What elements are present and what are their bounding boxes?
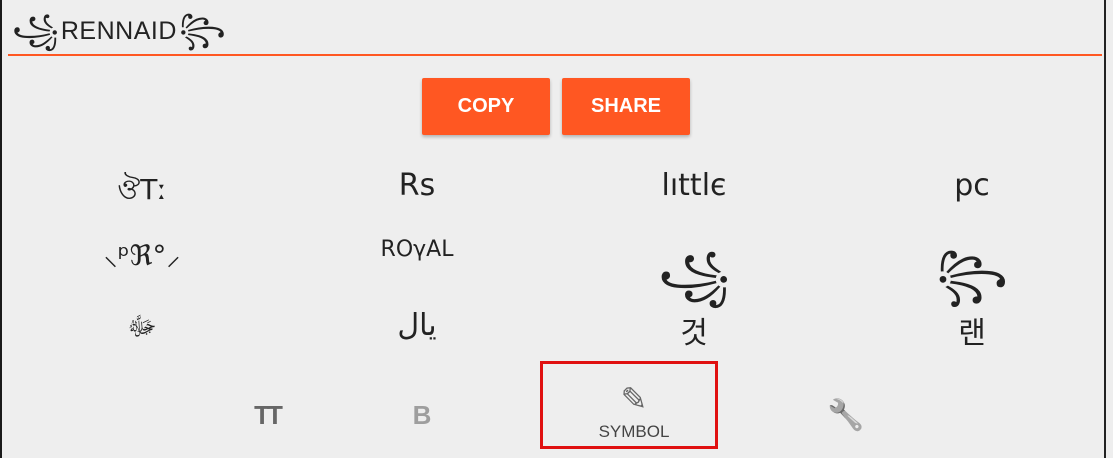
symbol-item[interactable]: RΟγAL	[381, 237, 454, 262]
symbol-item[interactable]: Rs	[399, 168, 435, 203]
typed-text: RENNAID	[60, 16, 177, 45]
symbol-item[interactable]: ﷻ	[127, 310, 156, 348]
text-input-field[interactable]: ꧁ RENNAID ꧂	[8, 10, 1102, 60]
symbol-item[interactable]: ঔTː	[117, 168, 167, 215]
input-content[interactable]: ꧁ RENNAID ꧂	[12, 16, 226, 46]
text-size-icon: TT	[254, 399, 283, 430]
symbol-item[interactable]: 랜	[958, 308, 986, 352]
frame-border	[1102, 0, 1113, 458]
wrench-icon: 🔧	[827, 397, 865, 433]
highlight-box	[540, 361, 718, 449]
symbol-item[interactable]: 것	[680, 308, 708, 352]
symbol-item[interactable]: يال	[397, 308, 436, 343]
copy-button[interactable]: COPY	[422, 78, 550, 135]
nav-tools[interactable]: 🔧	[776, 380, 916, 450]
symbol-item[interactable]: ⸜ᵖℜ°⸝	[104, 236, 181, 274]
decoration-right: ꧂	[178, 13, 226, 48]
app-screen: ꧁ RENNAID ꧂ COPY SHARE ঔTː Rs lıttlє pc …	[2, 0, 1102, 458]
bold-icon: B	[412, 399, 432, 430]
nav-bold[interactable]: B	[352, 380, 492, 450]
symbol-item[interactable]: pc	[954, 168, 990, 203]
decoration-left: ꧁	[12, 13, 59, 48]
symbol-item[interactable]: lıttlє	[662, 168, 727, 203]
nav-fonts[interactable]: TT	[197, 380, 337, 450]
input-underline	[8, 54, 1102, 56]
share-button[interactable]: SHARE	[562, 78, 690, 135]
